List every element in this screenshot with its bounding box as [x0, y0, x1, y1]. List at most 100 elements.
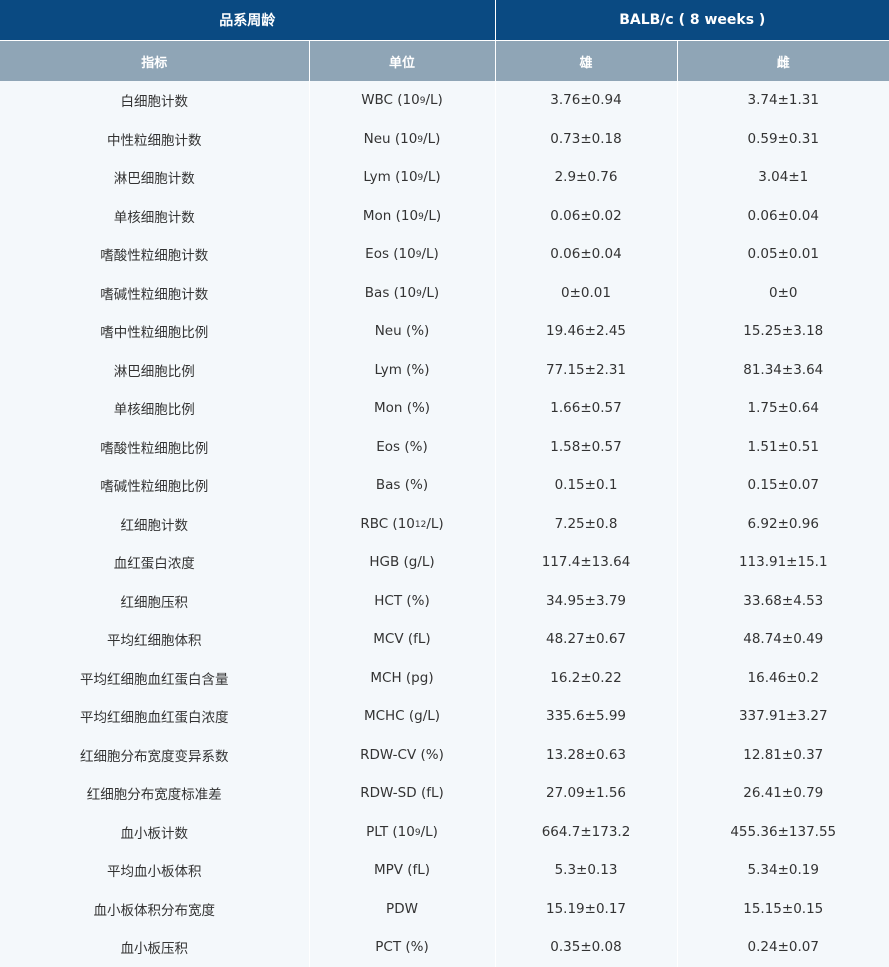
- indicator-cell: 平均红细胞体积: [0, 620, 310, 659]
- table-row: 中性粒细胞计数 Neu (109/L) 0.73±0.18 0.59±0.31: [0, 119, 889, 158]
- female-value-cell: 0.15±0.07: [677, 466, 889, 505]
- unit-prefix: Bas (10: [364, 284, 417, 301]
- male-value-cell: 117.4±13.64: [495, 543, 678, 582]
- indicator-cell: 嗜酸性粒细胞比例: [0, 427, 310, 466]
- indicator-cell: 单核细胞计数: [0, 196, 310, 235]
- unit-prefix: RBC (10: [360, 515, 415, 532]
- male-value-cell: 48.27±0.67: [495, 620, 678, 659]
- female-value-cell: 48.74±0.49: [677, 620, 889, 659]
- female-value-cell: 81.34±3.64: [677, 350, 889, 389]
- female-value-cell: 26.41±0.79: [677, 774, 889, 813]
- unit-prefix: Lym (10: [363, 169, 418, 186]
- unit-prefix: MPV (fL): [373, 862, 431, 879]
- unit-cell: RBC (1012/L): [309, 504, 496, 543]
- unit-cell: Bas (%): [309, 466, 496, 505]
- unit-cell: HCT (%): [309, 581, 496, 620]
- strain-header: BALB/c ( 8 weeks ): [495, 0, 889, 41]
- male-value-cell: 3.76±0.94: [495, 81, 678, 120]
- unit-suffix: /L): [420, 823, 438, 840]
- unit-cell: RDW-SD (fL): [309, 774, 496, 813]
- unit-cell: PCT (%): [309, 928, 496, 967]
- table-row: 嗜酸性粒细胞比例 Eos (%) 1.58±0.57 1.51±0.51: [0, 427, 889, 466]
- unit-cell: MCV (fL): [309, 620, 496, 659]
- indicator-cell: 红细胞计数: [0, 504, 310, 543]
- female-value-cell: 15.25±3.18: [677, 312, 889, 351]
- male-value-cell: 2.9±0.76: [495, 158, 678, 197]
- table-row: 血小板体积分布宽度 PDW 15.19±0.17 15.15±0.15: [0, 889, 889, 928]
- column-header-unit: 单位: [309, 40, 496, 81]
- table-row: 嗜中性粒细胞比例 Neu (%) 19.46±2.45 15.25±3.18: [0, 312, 889, 351]
- table-row: 平均红细胞体积 MCV (fL) 48.27±0.67 48.74±0.49: [0, 620, 889, 659]
- unit-cell: HGB (g/L): [309, 543, 496, 582]
- table-row: 淋巴细胞比例 Lym (%) 77.15±2.31 81.34±3.64: [0, 350, 889, 389]
- female-value-cell: 0.24±0.07: [677, 928, 889, 967]
- strain-age-header: 品系周龄: [0, 0, 496, 41]
- unit-prefix: PCT (%): [375, 939, 429, 956]
- unit-prefix: RDW-SD (fL): [360, 785, 444, 802]
- male-value-cell: 664.7±173.2: [495, 812, 678, 851]
- unit-suffix: /L): [423, 169, 441, 186]
- indicator-cell: 中性粒细胞计数: [0, 119, 310, 158]
- table-row: 红细胞分布宽度变异系数 RDW-CV (%) 13.28±0.63 12.81±0.3…: [0, 735, 889, 774]
- indicator-cell: 红细胞分布宽度标准差: [0, 774, 310, 813]
- unit-prefix: RDW-CV (%): [360, 746, 444, 763]
- indicator-cell: 血小板计数: [0, 812, 310, 851]
- male-value-cell: 77.15±2.31: [495, 350, 678, 389]
- indicator-cell: 嗜碱性粒细胞比例: [0, 466, 310, 505]
- table-row: 嗜碱性粒细胞计数 Bas (109/L) 0±0.01 0±0: [0, 273, 889, 312]
- male-value-cell: 0.06±0.04: [495, 235, 678, 274]
- unit-prefix: Eos (%): [376, 438, 428, 455]
- unit-prefix: Neu (%): [374, 323, 430, 340]
- male-value-cell: 1.66±0.57: [495, 389, 678, 428]
- female-value-cell: 0.06±0.04: [677, 196, 889, 235]
- unit-prefix: HCT (%): [374, 592, 430, 609]
- female-value-cell: 113.91±15.1: [677, 543, 889, 582]
- header-row-strain: 品系周龄 BALB/c ( 8 weeks ): [0, 0, 889, 41]
- unit-prefix: HGB (g/L): [369, 554, 435, 571]
- unit-suffix: /L): [421, 284, 440, 301]
- indicator-cell: 平均红细胞血红蛋白浓度: [0, 697, 310, 736]
- female-value-cell: 15.15±0.15: [677, 889, 889, 928]
- female-value-cell: 6.92±0.96: [677, 504, 889, 543]
- indicator-cell: 红细胞压积: [0, 581, 310, 620]
- table-body: 白细胞计数 WBC (109/L) 3.76±0.94 3.74±1.31 中性粒细胞计…: [0, 81, 889, 967]
- unit-suffix: /L): [423, 130, 441, 147]
- unit-suffix: /L): [426, 515, 444, 532]
- unit-cell: PDW: [309, 889, 496, 928]
- indicator-cell: 嗜碱性粒细胞计数: [0, 273, 310, 312]
- female-value-cell: 337.91±3.27: [677, 697, 889, 736]
- table-row: 嗜碱性粒细胞比例 Bas (%) 0.15±0.1 0.15±0.07: [0, 466, 889, 505]
- female-value-cell: 0.05±0.01: [677, 235, 889, 274]
- male-value-cell: 34.95±3.79: [495, 581, 678, 620]
- indicator-cell: 平均红细胞血红蛋白含量: [0, 658, 310, 697]
- female-value-cell: 33.68±4.53: [677, 581, 889, 620]
- table-row: 血小板压积 PCT (%) 0.35±0.08 0.24±0.07: [0, 928, 889, 967]
- unit-prefix: Mon (10: [362, 207, 419, 224]
- female-value-cell: 12.81±0.37: [677, 735, 889, 774]
- unit-cell: Eos (%): [309, 427, 496, 466]
- unit-cell: MCHC (g/L): [309, 697, 496, 736]
- female-value-cell: 1.51±0.51: [677, 427, 889, 466]
- unit-suffix: /L): [421, 246, 439, 263]
- male-value-cell: 5.3±0.13: [495, 851, 678, 890]
- indicator-cell: 嗜酸性粒细胞计数: [0, 235, 310, 274]
- column-header-female: 雌: [677, 40, 889, 81]
- table-row: 平均血小板体积 MPV (fL) 5.3±0.13 5.34±0.19: [0, 851, 889, 890]
- male-value-cell: 27.09±1.56: [495, 774, 678, 813]
- table-row: 平均红细胞血红蛋白浓度 MCHC (g/L) 335.6±5.99 337.91±3.…: [0, 697, 889, 736]
- male-value-cell: 0.35±0.08: [495, 928, 678, 967]
- unit-suffix: /L): [423, 207, 442, 224]
- unit-prefix: PDW: [386, 900, 418, 917]
- unit-prefix: WBC (10: [361, 92, 420, 109]
- unit-cell: Neu (%): [309, 312, 496, 351]
- unit-cell: Lym (109/L): [309, 158, 496, 197]
- female-value-cell: 3.04±1: [677, 158, 889, 197]
- unit-cell: Lym (%): [309, 350, 496, 389]
- unit-prefix: MCHC (g/L): [363, 708, 441, 725]
- female-value-cell: 16.46±0.2: [677, 658, 889, 697]
- table-header: 品系周龄 BALB/c ( 8 weeks ) 指标 单位 雄 雌: [0, 0, 889, 81]
- hematology-table: 品系周龄 BALB/c ( 8 weeks ) 指标 单位 雄 雌 白细胞计数 W…: [0, 0, 889, 967]
- header-row-columns: 指标 单位 雄 雌: [0, 40, 889, 81]
- unit-cell: RDW-CV (%): [309, 735, 496, 774]
- table-row: 红细胞计数 RBC (1012/L) 7.25±0.8 6.92±0.96: [0, 504, 889, 543]
